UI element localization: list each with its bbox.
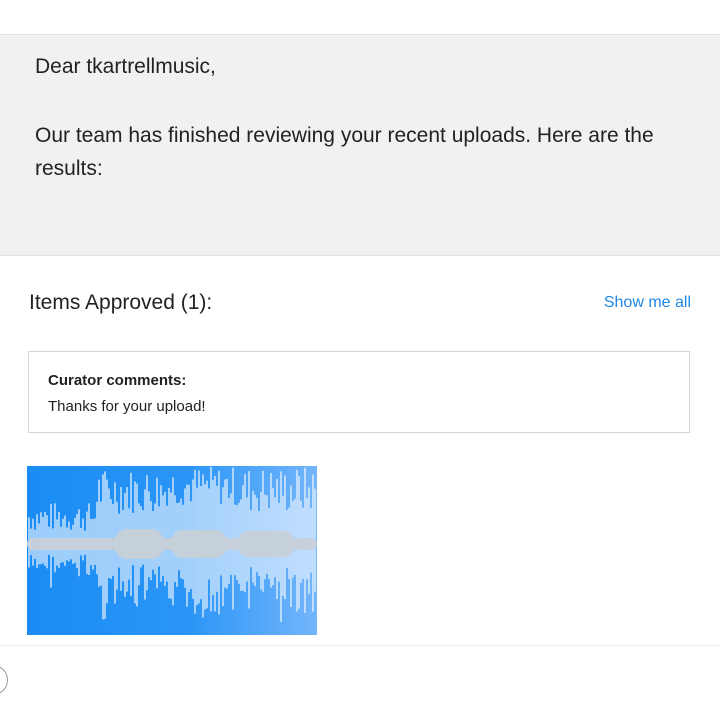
curator-comments-title: Curator comments: <box>48 372 187 389</box>
curator-comments-box: Curator comments: Thanks for your upload… <box>28 351 690 433</box>
waveform-icon <box>27 467 317 622</box>
top-bar <box>0 0 720 35</box>
show-me-all-link[interactable]: Show me all <box>604 294 691 312</box>
message-text: Our team has finished reviewing your rec… <box>35 124 654 180</box>
bottom-divider <box>0 645 720 646</box>
items-approved-heading: Items Approved (1): <box>29 291 213 314</box>
greeting-text: Dear tkartrellmusic, <box>35 55 216 78</box>
curator-comment-text: Thanks for your upload! <box>48 398 206 415</box>
circle-button[interactable] <box>0 665 8 695</box>
approved-item-thumbnail[interactable] <box>27 466 317 635</box>
